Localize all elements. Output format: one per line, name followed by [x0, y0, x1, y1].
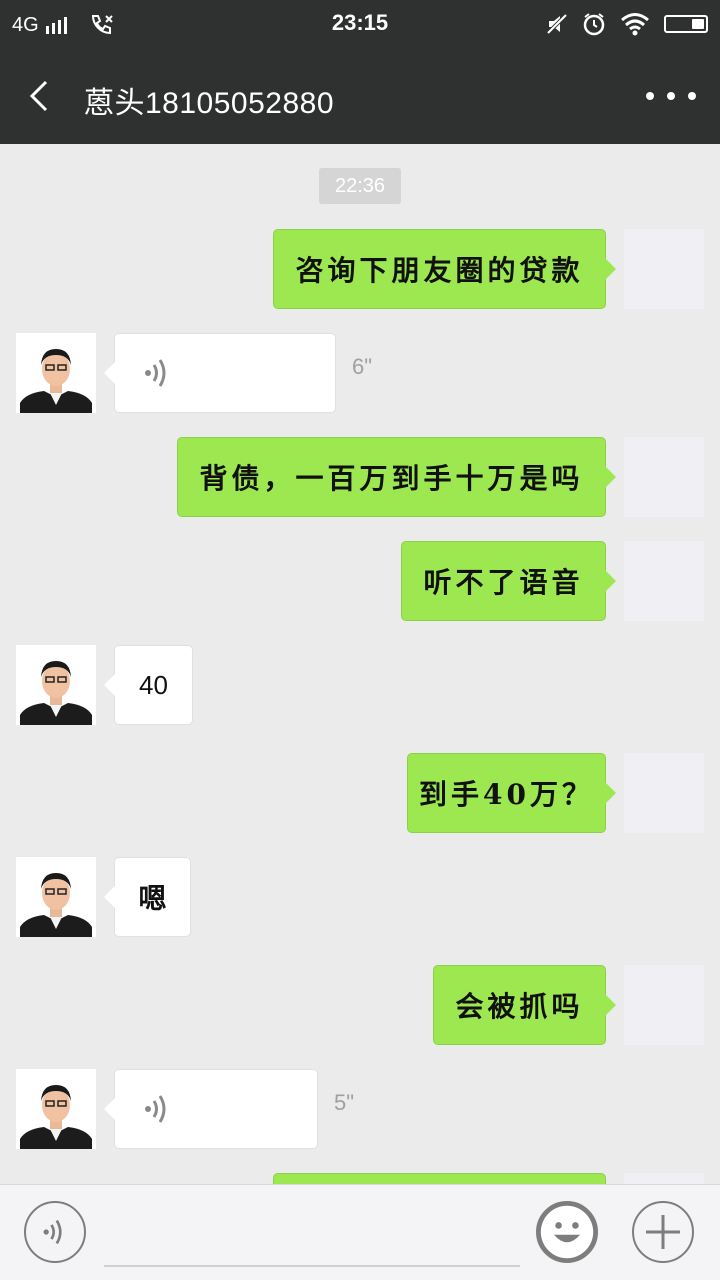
my-avatar[interactable] — [624, 229, 704, 309]
message-bubble-outgoing[interactable]: 听不了语音 — [401, 541, 616, 621]
message-bubble-outgoing[interactable]: 会被抓吗 — [433, 965, 616, 1045]
message-timestamp: 22:36 — [319, 168, 401, 204]
my-avatar[interactable] — [624, 753, 704, 833]
contact-avatar-photo — [16, 333, 96, 413]
my-avatar[interactable] — [624, 437, 704, 517]
voice-mode-button[interactable] — [24, 1201, 86, 1263]
chat-title: 蒽头18105052880 — [84, 87, 335, 120]
contact-avatar-photo — [16, 645, 96, 725]
status-right — [546, 12, 708, 36]
message-bubble-outgoing[interactable]: 背债，一百万到手十万是吗 — [177, 437, 616, 517]
my-avatar[interactable] — [624, 1173, 704, 1184]
message-text: 会被抓吗 — [455, 990, 584, 1023]
my-avatar[interactable] — [624, 965, 704, 1045]
message-text: 嗯 — [138, 882, 167, 915]
alarm-icon — [583, 13, 605, 36]
message-text: 咨询下朋友圈的贷款 — [295, 254, 584, 287]
message-text: 背债，一百万到手十万是吗 — [199, 462, 584, 495]
wifi-icon — [621, 13, 649, 36]
contact-avatar[interactable] — [16, 1069, 96, 1149]
status-bar: 4G 23:15 — [0, 0, 720, 48]
more-options-icon[interactable] — [646, 78, 696, 114]
contact-avatar[interactable] — [16, 645, 96, 725]
contact-avatar[interactable] — [16, 857, 96, 937]
contact-avatar-photo — [16, 857, 96, 937]
voice-message-bubble[interactable] — [104, 333, 336, 413]
my-avatar[interactable] — [624, 541, 704, 621]
input-bar — [0, 1184, 720, 1280]
voice-duration: 6" — [352, 354, 373, 379]
emoji-icon — [540, 1205, 594, 1259]
more-functions-button[interactable] — [632, 1201, 694, 1263]
contact-avatar[interactable] — [16, 333, 96, 413]
message-bubble-outgoing[interactable]: 咨询下朋友圈的贷款 — [273, 229, 616, 309]
message-text: 听不了语音 — [423, 566, 584, 599]
message-text: 40 — [139, 669, 168, 700]
voice-wave-icon — [145, 359, 166, 387]
message-bubble-outgoing[interactable]: 到手40万？ — [407, 753, 616, 833]
message-input[interactable] — [104, 1205, 520, 1267]
voice-duration: 5" — [334, 1090, 355, 1115]
message-bubble-outgoing-partial[interactable] — [273, 1173, 606, 1184]
back-arrow-icon[interactable] — [24, 78, 60, 114]
mute-icon — [546, 13, 568, 35]
contact-avatar-photo — [16, 1069, 96, 1149]
message-bubble-incoming[interactable]: 嗯 — [104, 857, 191, 937]
chat-header: 蒽头18105052880 — [0, 48, 720, 144]
chat-area[interactable]: 22:36 咨询下朋友圈的贷款 6" 背债，一百万到手十万是吗 听不了语音 40… — [0, 144, 720, 1184]
voice-message-bubble[interactable] — [104, 1069, 318, 1149]
message-text: 到手40万？ — [419, 778, 594, 811]
message-bubble-incoming[interactable]: 40 — [104, 645, 193, 725]
voice-mode-icon — [43, 1219, 62, 1245]
plus-icon — [646, 1215, 680, 1249]
emoji-button[interactable] — [536, 1201, 598, 1263]
voice-wave-icon — [145, 1095, 166, 1123]
battery-icon — [664, 15, 708, 33]
